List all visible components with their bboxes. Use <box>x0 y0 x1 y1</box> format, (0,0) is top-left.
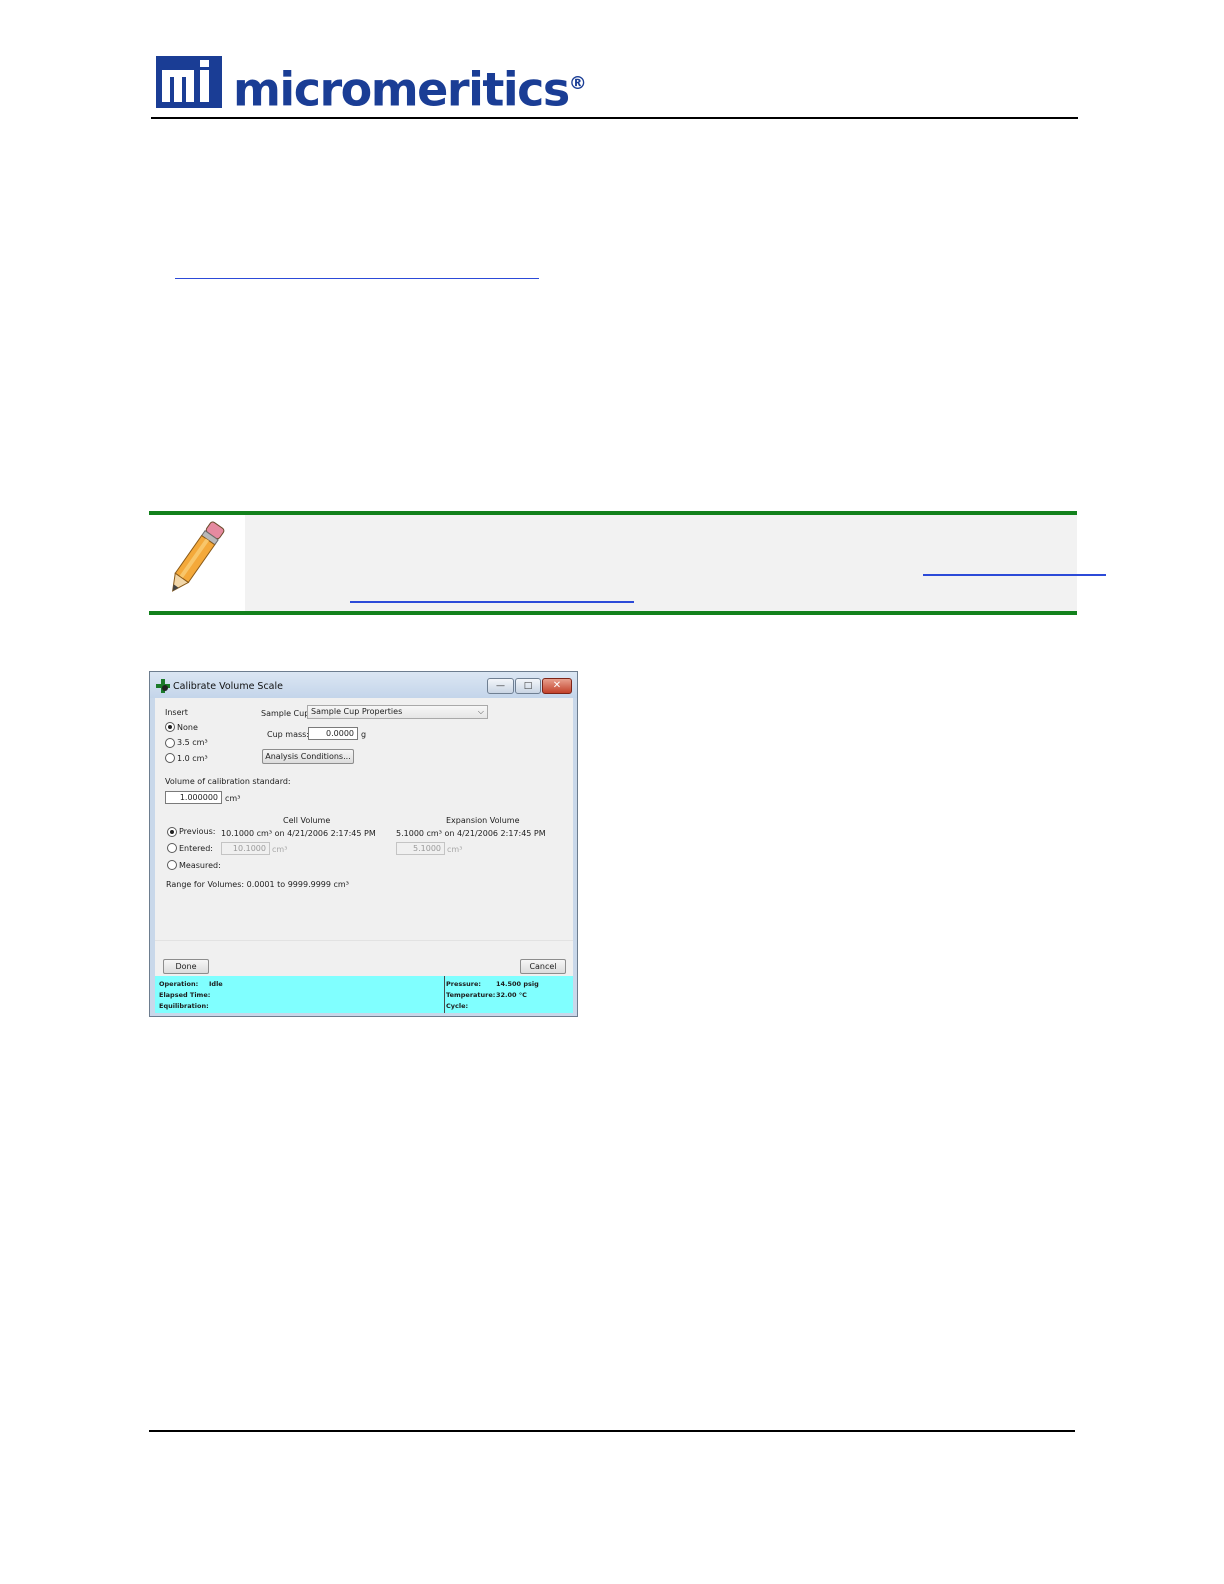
previous-cell-value: 10.1000 cm³ on 4/21/2006 2:17:45 PM <box>221 829 376 838</box>
title-bar: Calibrate Volume Scale — □ ✕ <box>150 672 577 698</box>
registered-mark: ® <box>568 73 587 94</box>
dialog-client-area: Insert None 3.5 cm³ 1.0 cm³ Sample Cup S… <box>155 698 573 940</box>
dialog-button-bar: Done Cancel <box>155 940 573 977</box>
close-button[interactable]: ✕ <box>542 678 572 694</box>
sample-cup-value: Sample Cup Properties <box>311 707 403 716</box>
done-button[interactable]: Done <box>163 959 209 974</box>
insert-label: Insert <box>165 708 188 717</box>
analysis-conditions-button[interactable]: Analysis Conditions... <box>262 749 354 764</box>
previous-expansion-value: 5.1000 cm³ on 4/21/2006 2:17:45 PM <box>396 829 546 838</box>
micromeritics-wordmark: micromeritics® <box>233 58 587 115</box>
note-content <box>245 515 1106 611</box>
pencil-icon <box>171 521 225 592</box>
previous-label: Previous: <box>179 827 216 836</box>
status-divider <box>444 976 445 1013</box>
insert-3-5-label: 3.5 cm³ <box>177 738 208 747</box>
cycle-label: Cycle: <box>446 1002 469 1010</box>
cup-mass-label: Cup mass: <box>267 730 310 739</box>
entered-expansion-unit: cm³ <box>447 845 463 854</box>
pressure-label: Pressure: <box>446 980 481 988</box>
footer-rule <box>149 1430 1075 1432</box>
cup-mass-unit: g <box>361 730 367 739</box>
calibrate-volume-scale-dialog: Calibrate Volume Scale — □ ✕ Insert None… <box>149 671 578 1017</box>
entered-radio[interactable] <box>167 843 177 853</box>
cancel-button[interactable]: Cancel <box>520 959 566 974</box>
insert-3-5-radio[interactable] <box>165 738 175 748</box>
maximize-button[interactable]: □ <box>515 678 541 694</box>
temperature-label: Temperature: <box>446 991 496 999</box>
range-text: Range for Volumes: 0.0001 to 9999.9999 c… <box>166 880 349 889</box>
calibration-standard-label: Volume of calibration standard: <box>165 777 291 786</box>
calibration-standard-unit: cm³ <box>225 794 241 803</box>
operation-label: Operation: <box>159 980 199 988</box>
calibrate-app-icon <box>156 679 170 693</box>
cup-mass-input[interactable]: 0.0000 <box>308 727 358 740</box>
pressure-value: 14.500 psig <box>496 980 539 988</box>
note-hyperlink-underline-2[interactable] <box>350 601 634 603</box>
entered-expansion-input[interactable]: 5.1000 <box>396 842 445 855</box>
entered-cell-unit: cm³ <box>272 845 288 854</box>
note-icon-cell <box>149 515 245 611</box>
measured-radio[interactable] <box>167 860 177 870</box>
minimize-button[interactable]: — <box>487 678 514 694</box>
insert-none-radio[interactable] <box>165 722 175 732</box>
calibration-standard-input[interactable]: 1.000000 <box>165 791 222 804</box>
entered-label: Entered: <box>179 844 213 853</box>
cell-volume-header: Cell Volume <box>283 816 331 825</box>
note-hyperlink-underline-1[interactable] <box>923 574 1106 576</box>
elapsed-time-label: Elapsed Time: <box>159 991 211 999</box>
micromeritics-logo-mark <box>156 56 222 108</box>
insert-1-0-radio[interactable] <box>165 753 175 763</box>
chevron-down-icon: ⌵ <box>477 707 484 716</box>
instrument-status-bar: Operation: Idle Elapsed Time: Equilibrat… <box>155 976 573 1013</box>
header-rule <box>151 117 1078 119</box>
entered-cell-input[interactable]: 10.1000 <box>221 842 270 855</box>
sample-cup-label: Sample Cup <box>261 709 310 718</box>
measured-label: Measured: <box>179 861 221 870</box>
temperature-value: 32.00 °C <box>496 991 527 999</box>
operation-value: Idle <box>209 980 223 988</box>
hyperlink-underline[interactable] <box>175 278 539 279</box>
dialog-title: Calibrate Volume Scale <box>173 681 283 692</box>
insert-none-label: None <box>177 723 198 732</box>
previous-radio[interactable] <box>167 827 177 837</box>
sample-cup-select[interactable]: Sample Cup Properties ⌵ <box>307 705 488 719</box>
note-box <box>149 511 1106 615</box>
brand-name: micromeritics <box>233 62 570 117</box>
equilibration-label: Equilibration: <box>159 1002 209 1010</box>
expansion-volume-header: Expansion Volume <box>446 816 520 825</box>
insert-1-0-label: 1.0 cm³ <box>177 754 208 763</box>
